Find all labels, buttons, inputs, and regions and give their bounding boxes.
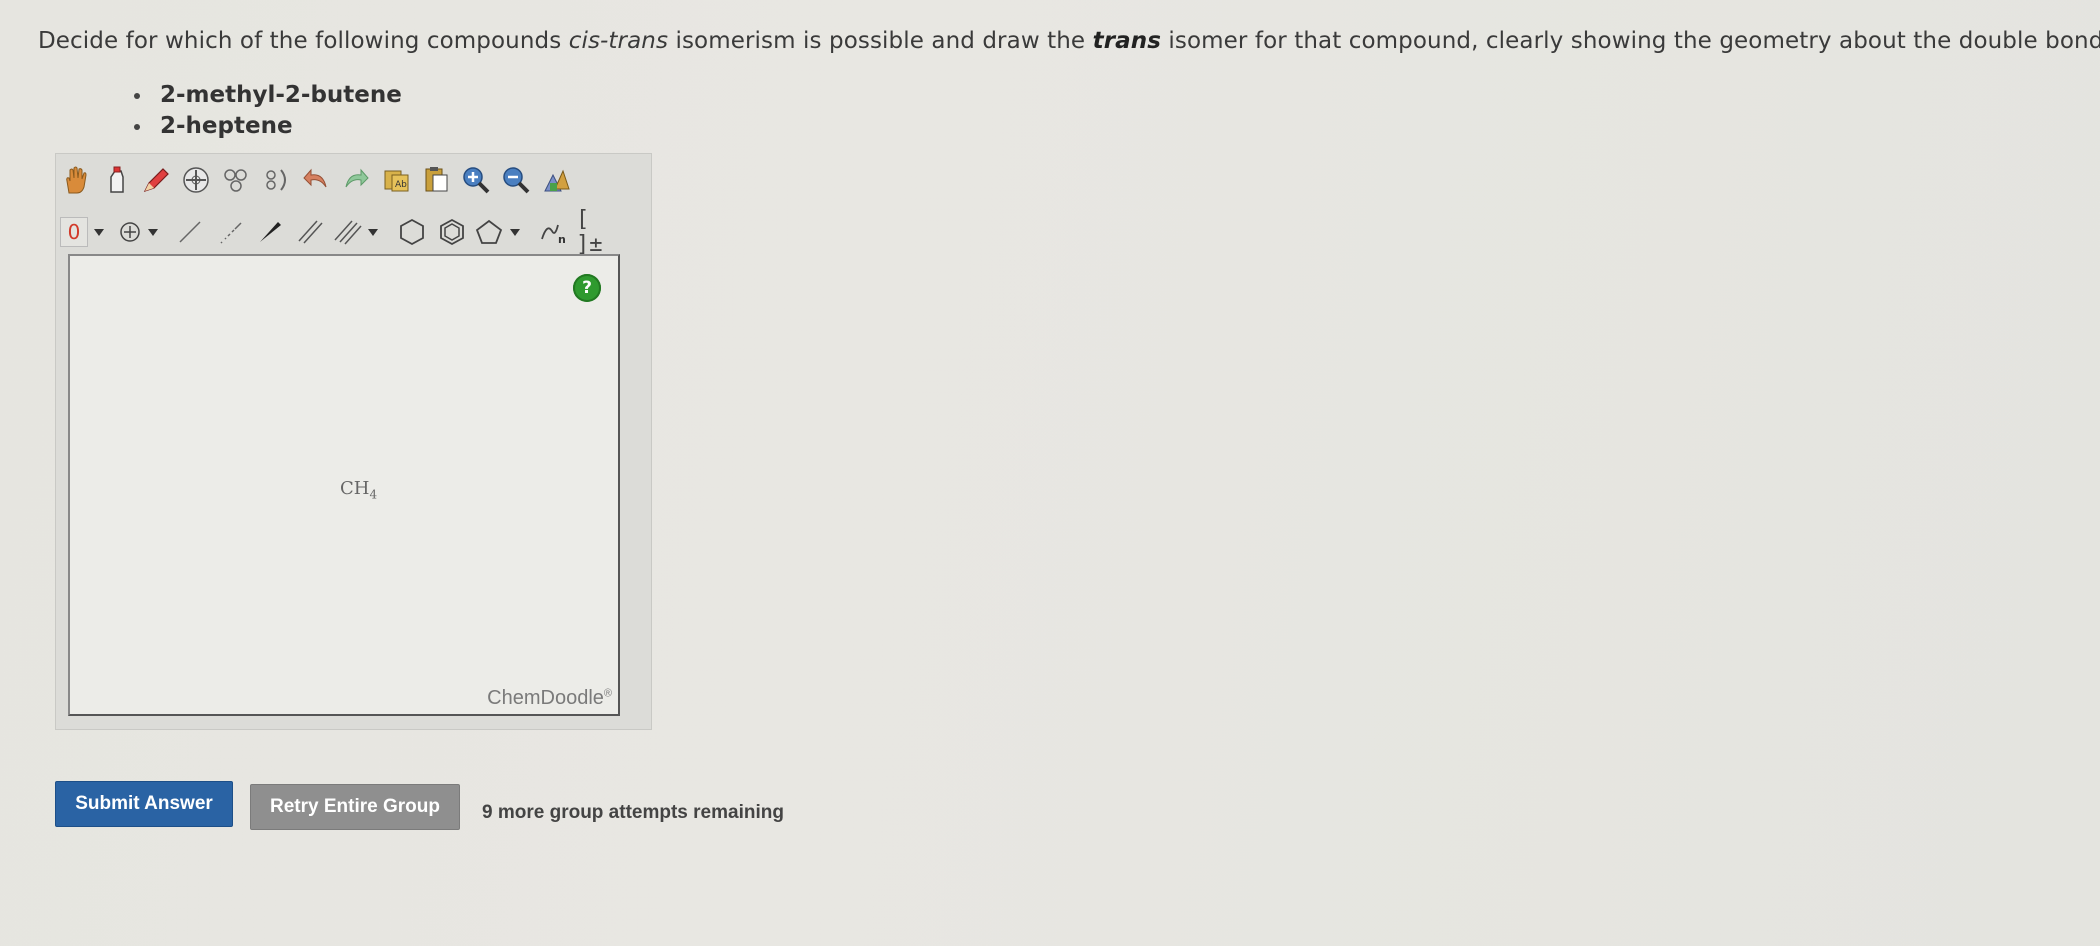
chevron-down-icon (148, 228, 158, 236)
question-text: Decide for which of the following compou… (38, 28, 2100, 54)
benzene-icon[interactable] (434, 214, 470, 250)
chain-icon[interactable]: n (536, 214, 572, 250)
chevron-down-icon (510, 228, 520, 236)
hashed-bond-icon[interactable] (212, 214, 248, 250)
pencil-icon[interactable] (138, 162, 174, 198)
bracket-label: [ ]± (576, 207, 603, 257)
help-button[interactable]: ? (573, 274, 601, 302)
cyclohexane-icon[interactable] (394, 214, 430, 250)
bracket-charge-button[interactable]: [ ]± (576, 207, 612, 257)
triple-bond-icon (334, 220, 362, 245)
retry-button[interactable]: Retry Entire Group (250, 784, 460, 830)
svg-text:Ab: Ab (395, 180, 407, 190)
svg-text:n: n (558, 233, 566, 246)
list-item: 2-heptene (130, 111, 402, 142)
plus-charge-dropdown[interactable] (118, 215, 164, 249)
toolbar-row-2: 0 n []± (56, 207, 616, 257)
zoom-in-icon[interactable] (458, 162, 494, 198)
double-bond-icon[interactable] (292, 214, 328, 250)
paste-icon[interactable] (418, 162, 454, 198)
chevron-down-icon (368, 228, 378, 236)
zoom-out-icon[interactable] (498, 162, 534, 198)
list-item: 2-methyl-2-butene (130, 80, 402, 111)
undo-icon[interactable] (298, 162, 334, 198)
charge-value: 0 (60, 217, 88, 247)
drawing-canvas[interactable]: ? CH4 ChemDoodle® (68, 254, 620, 716)
compound-list: 2-methyl-2-butene 2-heptene (130, 80, 402, 142)
attempts-remaining: 9 more group attempts remaining (482, 802, 784, 823)
chevron-down-icon (94, 228, 104, 236)
pentagon-icon (475, 219, 503, 244)
ring-dropdown[interactable] (474, 215, 526, 249)
hand-icon[interactable] (58, 162, 94, 198)
single-bond-icon[interactable] (172, 214, 208, 250)
charge-dropdown[interactable]: 0 (60, 215, 110, 249)
plus-circle-icon (120, 222, 140, 242)
chemdoodle-editor: Ab 0 n []± ? CH4 ChemDoodle® (55, 153, 652, 730)
molecule-label[interactable]: CH4 (340, 478, 377, 502)
copy-icon[interactable]: Ab (378, 162, 414, 198)
center-icon[interactable] (178, 162, 214, 198)
redo-icon[interactable] (338, 162, 374, 198)
toolbar-row-1: Ab (58, 160, 578, 200)
settings-icon[interactable] (538, 162, 574, 198)
clean-icon[interactable] (218, 162, 254, 198)
flip-icon[interactable] (258, 162, 294, 198)
chemdoodle-watermark: ChemDoodle® (487, 687, 612, 709)
eraser-icon[interactable] (98, 162, 134, 198)
wedge-bond-icon[interactable] (252, 214, 288, 250)
submit-button[interactable]: Submit Answer (55, 781, 233, 827)
triple-bond-dropdown[interactable] (332, 215, 384, 249)
